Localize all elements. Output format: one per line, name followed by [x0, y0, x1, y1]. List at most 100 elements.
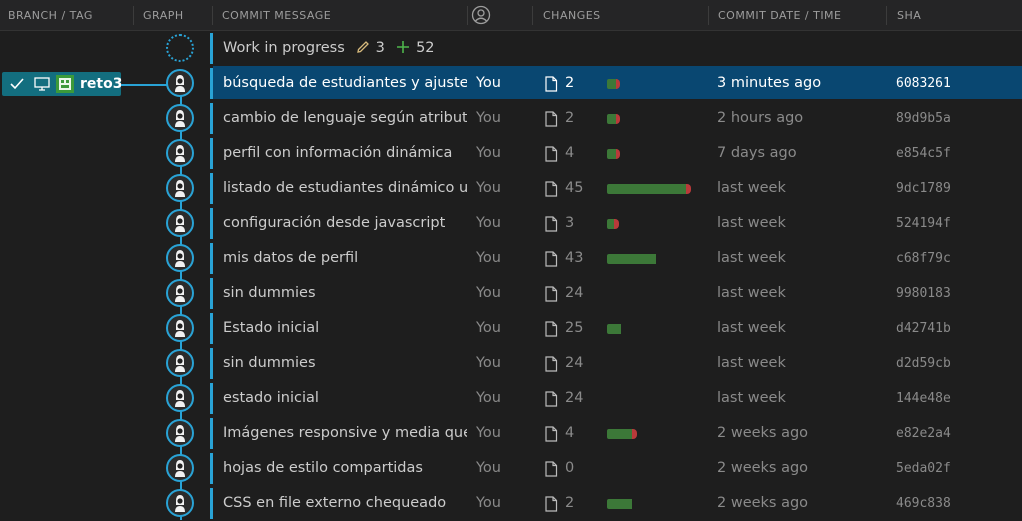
column-branch-tag[interactable]: BRANCH / TAG [8, 0, 93, 30]
commit-sha[interactable]: 6083261 [896, 66, 951, 101]
commit-row[interactable]: configuración desde javascript You 3 las… [0, 206, 1022, 241]
file-icon [545, 461, 558, 477]
changed-files-count: 2 [565, 75, 575, 91]
commit-date: 3 minutes ago [717, 75, 822, 91]
commit-row[interactable]: perfil con información dinámica You 4 7 … [0, 136, 1022, 171]
changed-files-count: 2 [565, 495, 575, 511]
commit-row[interactable]: búsqueda de estudiantes y ajustes finale… [0, 66, 1022, 101]
file-icon [545, 426, 558, 442]
changes-deleted-bar [632, 429, 637, 439]
commit-date: 7 days ago [717, 145, 797, 161]
commit-message: cambio de lenguaje según atributo [223, 110, 467, 126]
file-icon [545, 321, 558, 337]
commit-row[interactable]: cambio de lenguaje según atributo You 2 … [0, 101, 1022, 136]
commit-sha[interactable]: c68f79c [896, 241, 951, 276]
column-header: BRANCH / TAG GRAPH COMMIT MESSAGE CHANGE… [0, 0, 1022, 31]
file-icon [545, 391, 558, 407]
commit-author: You [476, 355, 501, 371]
column-divider[interactable] [532, 6, 533, 25]
commit-sha[interactable]: 469c838 [896, 486, 951, 521]
column-divider[interactable] [133, 6, 134, 25]
avatar-icon [175, 285, 185, 302]
commit-row[interactable]: estado inicial You 24 last week 144e48e [0, 381, 1022, 416]
column-divider[interactable] [212, 6, 213, 25]
commit-row[interactable]: CSS en file externo chequeado You 2 2 we… [0, 486, 1022, 521]
wip-modified-count: 3 [375, 40, 385, 56]
commit-row[interactable]: Estado inicial You 25 last week d42741b [0, 311, 1022, 346]
file-icon [545, 496, 558, 512]
commit-avatar [166, 314, 194, 342]
commit-message: configuración desde javascript [223, 215, 446, 231]
file-icon [545, 251, 558, 267]
column-changes[interactable]: CHANGES [543, 0, 601, 30]
commit-row[interactable]: listado de estudiantes dinámico usando j… [0, 171, 1022, 206]
commit-avatar [166, 454, 194, 482]
row-marker [210, 418, 213, 449]
commit-avatar [166, 69, 194, 97]
commit-avatar [166, 279, 194, 307]
changes-added-bar [607, 499, 632, 509]
wip-row[interactable]: Work in progress 3 52 [0, 31, 1022, 66]
row-marker [210, 453, 213, 484]
commit-date: last week [717, 180, 786, 196]
commit-date: 2 weeks ago [717, 460, 809, 476]
changed-files-count: 0 [565, 460, 575, 476]
commit-author: You [476, 320, 501, 336]
commit-author: You [476, 390, 501, 406]
commit-message: perfil con información dinámica [223, 145, 453, 161]
commit-sha[interactable]: 524194f [896, 206, 951, 241]
commit-date: 2 hours ago [717, 110, 804, 126]
changes-deleted-bar [616, 114, 620, 124]
commit-sha[interactable]: e854c5f [896, 136, 951, 171]
row-marker [210, 33, 213, 64]
avatar-icon [175, 110, 185, 127]
row-marker [210, 208, 213, 239]
changed-files-count: 3 [565, 215, 575, 231]
commit-sha[interactable]: 144e48e [896, 381, 951, 416]
column-divider[interactable] [886, 6, 887, 25]
commit-date: last week [717, 285, 786, 301]
changes-added-bar [607, 254, 656, 264]
commit-sha[interactable]: e82e2a4 [896, 416, 951, 451]
file-icon [545, 181, 558, 197]
commit-avatar [166, 419, 194, 447]
commit-row[interactable]: sin dummies You 24 last week 9980183 [0, 276, 1022, 311]
file-icon [545, 356, 558, 372]
column-sha[interactable]: SHA [897, 0, 921, 30]
commit-sha[interactable]: 5eda02f [896, 451, 951, 486]
commit-author: You [476, 250, 501, 266]
commit-message: listado de estudiantes dinámico usando j… [223, 180, 467, 196]
commit-avatar [166, 244, 194, 272]
commit-sha[interactable]: 89d9b5a [896, 101, 951, 136]
commit-sha[interactable]: 9dc1789 [896, 171, 951, 206]
column-commit-message[interactable]: COMMIT MESSAGE [222, 0, 331, 30]
changed-files-count: 43 [565, 250, 584, 266]
row-marker [210, 103, 213, 134]
column-commit-date[interactable]: COMMIT DATE / TIME [718, 0, 842, 30]
commit-sha[interactable]: 9980183 [896, 276, 951, 311]
commit-row[interactable]: hojas de estilo compartidas You 0 2 week… [0, 451, 1022, 486]
person-circle-icon[interactable] [471, 5, 491, 25]
commit-row[interactable]: mis datos de perfil You 43 last week c68… [0, 241, 1022, 276]
commit-author: You [476, 145, 501, 161]
file-icon [545, 146, 558, 162]
commit-sha[interactable]: d2d59cb [896, 346, 951, 381]
column-graph[interactable]: GRAPH [143, 0, 184, 30]
avatar-icon [175, 250, 185, 267]
wip-added-count: 52 [416, 40, 435, 56]
commit-row[interactable]: sin dummies You 24 last week d2d59cb [0, 346, 1022, 381]
commit-message: Imágenes responsive y media query aplica… [223, 425, 467, 441]
pencil-icon [357, 41, 369, 53]
column-divider[interactable] [708, 6, 709, 25]
avatar-icon [175, 75, 185, 92]
changes-added-bar [607, 324, 621, 334]
commit-row[interactable]: Imágenes responsive y media query aplica… [0, 416, 1022, 451]
commit-date: 2 weeks ago [717, 425, 809, 441]
avatar-icon [175, 495, 185, 512]
changes-added-bar [607, 219, 614, 229]
commit-sha[interactable]: d42741b [896, 311, 951, 346]
column-divider[interactable] [467, 6, 468, 25]
changed-files-count: 4 [565, 425, 575, 441]
file-icon [545, 76, 558, 92]
row-marker [210, 488, 213, 519]
